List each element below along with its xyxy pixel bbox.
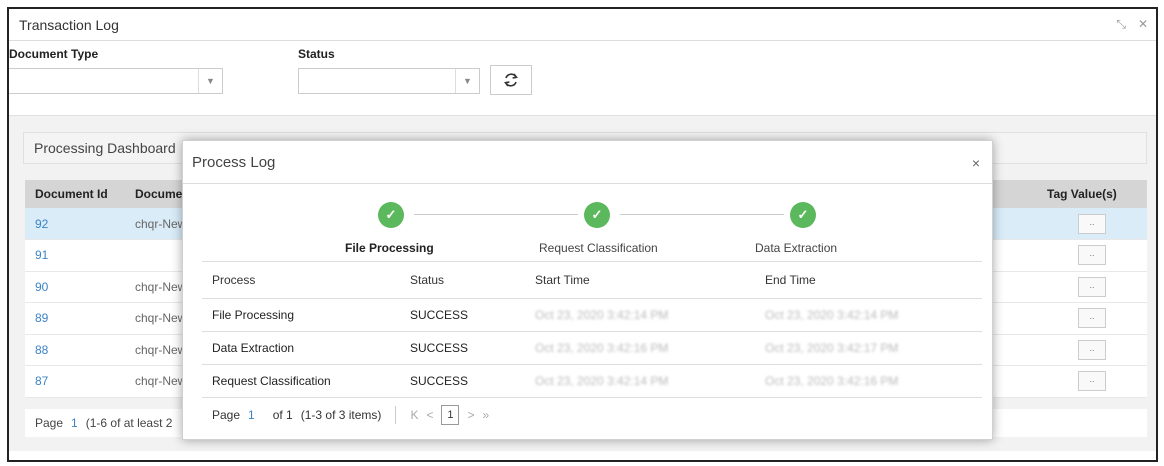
step-request-classification[interactable]: Request Classification (539, 241, 658, 255)
last-page-icon[interactable]: » (482, 408, 489, 422)
refresh-button[interactable] (490, 65, 532, 95)
first-page-icon[interactable]: K (410, 408, 418, 422)
document-type-label: Document Type (9, 47, 99, 61)
tag-values-button[interactable]: .. (1078, 213, 1106, 234)
current-page-button[interactable]: 1 (441, 405, 460, 425)
table-row: File Processing SUCCESS Oct 23, 2020 3:4… (202, 298, 982, 332)
prev-page-icon[interactable]: < (426, 408, 433, 422)
next-page-icon[interactable]: > (467, 408, 474, 422)
document-id-link[interactable]: 87 (25, 365, 125, 398)
process-name: File Processing (202, 298, 410, 332)
tag-values-button[interactable]: .. (1078, 339, 1106, 360)
step-connector (620, 214, 784, 215)
process-log-dialog: Process Log × ✓ ✓ ✓ File Processing Requ… (182, 140, 993, 440)
transaction-log-window: Transaction Log ⤡ ✕ Document Type ▼ Stat… (7, 7, 1158, 462)
check-icon: ✓ (584, 202, 610, 228)
refresh-icon (504, 73, 518, 87)
start-time: Oct 23, 2020 3:42:14 PM (535, 308, 669, 322)
window-title: Transaction Log (9, 9, 1156, 41)
start-time: Oct 23, 2020 3:42:14 PM (535, 374, 669, 388)
window-controls: ⤡ ✕ (1116, 17, 1148, 32)
document-type-select[interactable]: ▼ (9, 68, 223, 94)
process-log-table: Process Status Start Time End Time File … (202, 261, 982, 398)
page-label: Page (212, 408, 241, 422)
process-stepper: ✓ ✓ ✓ File Processing Request Classifica… (202, 195, 972, 255)
dialog-title: Process Log (183, 141, 992, 184)
page-info: (1-3 of 3 items) (300, 408, 382, 422)
table-row: Request Classification SUCCESS Oct 23, 2… (202, 364, 982, 398)
page-of-label: of 1 (272, 408, 293, 422)
filter-bar: Document Type ▼ Status ▼ (9, 47, 1156, 95)
col-document-id[interactable]: Document Id (25, 180, 125, 208)
tag-values-button[interactable]: .. (1078, 371, 1106, 392)
page-number-input[interactable]: 1 (71, 416, 78, 430)
process-name: Data Extraction (202, 331, 410, 365)
status-select[interactable]: ▼ (298, 68, 480, 94)
step-connector (414, 214, 578, 215)
col-status: Status (410, 261, 535, 299)
step-file-processing[interactable]: File Processing (345, 241, 434, 255)
check-icon: ✓ (790, 202, 816, 228)
start-time: Oct 23, 2020 3:42:16 PM (535, 341, 669, 355)
process-status: SUCCESS (410, 364, 535, 398)
table-header-row: Process Status Start Time End Time (202, 261, 982, 299)
col-start-time: Start Time (535, 261, 765, 299)
end-time: Oct 23, 2020 3:42:17 PM (765, 341, 899, 355)
check-icon: ✓ (378, 202, 404, 228)
process-name: Request Classification (202, 364, 410, 398)
document-id-link[interactable]: 91 (25, 239, 125, 272)
tag-values-button[interactable]: .. (1078, 245, 1106, 266)
process-log-pager: Page 1 of 1 (1-3 of 3 items) K < 1 > » (212, 405, 489, 425)
end-time: Oct 23, 2020 3:42:16 PM (765, 374, 899, 388)
col-end-time: End Time (765, 261, 982, 299)
document-id-link[interactable]: 88 (25, 334, 125, 366)
document-id-link[interactable]: 89 (25, 302, 125, 335)
table-row: Data Extraction SUCCESS Oct 23, 2020 3:4… (202, 331, 982, 365)
tag-values-button[interactable]: .. (1078, 308, 1106, 329)
close-icon[interactable]: ✕ (1138, 17, 1148, 32)
page-number-input[interactable]: 1 (248, 408, 255, 422)
col-process: Process (202, 261, 410, 299)
process-status: SUCCESS (410, 298, 535, 332)
close-icon[interactable]: × (972, 155, 980, 171)
chevron-down-icon: ▼ (198, 69, 222, 93)
chevron-down-icon: ▼ (455, 69, 479, 93)
process-status: SUCCESS (410, 331, 535, 365)
pager-divider (395, 406, 397, 424)
step-data-extraction[interactable]: Data Extraction (755, 241, 837, 255)
tag-values-button[interactable]: .. (1078, 276, 1106, 297)
document-id-link[interactable]: 90 (25, 271, 125, 303)
resize-icon[interactable]: ⤡ (1116, 17, 1126, 32)
end-time: Oct 23, 2020 3:42:14 PM (765, 308, 899, 322)
col-tag-values[interactable]: Tag Value(s) (1037, 180, 1147, 208)
page-label: Page (35, 416, 64, 430)
status-label: Status (298, 47, 335, 61)
page-info: (1-6 of at least 2 (85, 416, 173, 430)
document-id-link[interactable]: 92 (25, 208, 125, 240)
